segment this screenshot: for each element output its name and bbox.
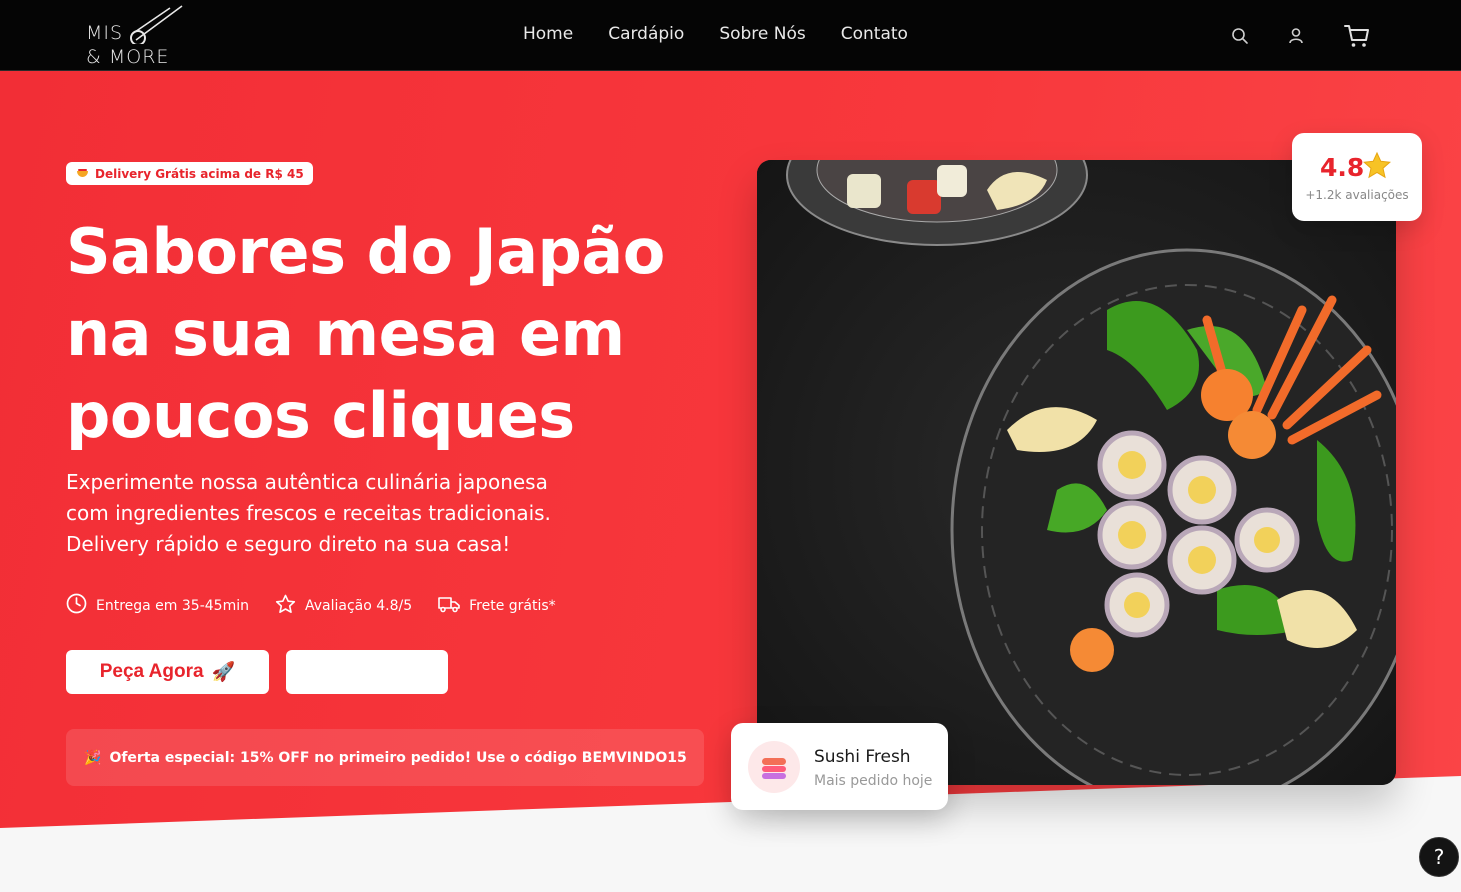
star-icon bbox=[275, 594, 296, 618]
feature-label: Avaliação 4.8/5 bbox=[304, 597, 413, 614]
free-delivery-badge: Delivery Grátis acima de R$ 45 bbox=[66, 162, 313, 185]
rating-value: 4.8 bbox=[1320, 153, 1365, 182]
search-icon[interactable] bbox=[1231, 27, 1249, 49]
rating-card: 4.8 +1.2k avaliações bbox=[1292, 133, 1422, 221]
rocket-icon: 🚀 bbox=[211, 662, 236, 683]
main-nav: Home Cardápio Sobre Nós Contato bbox=[523, 24, 943, 44]
hero-subtitle: Experimente nossa autêntica culinária ja… bbox=[66, 470, 551, 556]
nav-link-sobre[interactable]: Sobre Nós bbox=[719, 24, 805, 44]
clock-icon bbox=[66, 593, 87, 618]
navbar: MIS & MORE Home Cardápio Sobre Nós Conta… bbox=[0, 0, 1461, 71]
hero-title: Sabores do Japão na sua mesa em poucos c… bbox=[66, 215, 665, 452]
bowl-icon bbox=[76, 166, 89, 181]
featured-item-subtitle: Mais pedido hoje bbox=[814, 773, 933, 789]
feature-rating: Avaliação 4.8/5 bbox=[275, 594, 412, 618]
feature-delivery-time: Entrega em 35-45min bbox=[66, 593, 249, 618]
brand-line-2: & MORE bbox=[86, 46, 170, 68]
free-delivery-text: Delivery Grátis acima de R$ 45 bbox=[95, 166, 304, 181]
cart-icon[interactable] bbox=[1343, 22, 1371, 54]
brand-line-1: MIS bbox=[86, 22, 124, 44]
feature-free-shipping: Frete grátis* bbox=[438, 595, 556, 617]
sushi-avatar bbox=[748, 741, 800, 793]
sushi-icon bbox=[762, 758, 786, 779]
feature-label: Entrega em 35-45min bbox=[96, 597, 249, 614]
special-offer-text: Oferta especial: 15% OFF no primeiro ped… bbox=[109, 749, 687, 766]
nav-link-cardapio[interactable]: Cardápio bbox=[608, 24, 684, 44]
feature-list: Entrega em 35-45min Avaliação 4.8/5 Fret… bbox=[66, 593, 582, 618]
featured-item-card[interactable]: Sushi Fresh Mais pedido hoje bbox=[731, 723, 948, 810]
help-button[interactable]: ? bbox=[1419, 837, 1459, 877]
nav-link-home[interactable]: Home bbox=[523, 24, 573, 44]
feature-label: Frete grátis* bbox=[469, 597, 556, 614]
hero-section: Delivery Grátis acima de R$ 45 Sabores d… bbox=[0, 71, 1461, 892]
user-icon[interactable] bbox=[1288, 27, 1304, 49]
hero-food-image bbox=[757, 160, 1396, 785]
brand-logo[interactable]: MIS & MORE bbox=[86, 4, 196, 68]
party-icon: 🎉 bbox=[84, 749, 102, 766]
rating-count: +1.2k avaliações bbox=[1305, 188, 1409, 202]
truck-icon bbox=[438, 595, 460, 617]
order-now-button[interactable]: Peça Agora 🚀 bbox=[66, 650, 269, 694]
star-icon bbox=[1362, 151, 1392, 185]
nav-link-contato[interactable]: Contato bbox=[841, 24, 908, 44]
featured-item-title: Sushi Fresh bbox=[814, 747, 911, 767]
vegetable-plate-illustration bbox=[757, 160, 1396, 785]
chopsticks-logo-icon bbox=[130, 5, 183, 44]
secondary-button[interactable] bbox=[286, 650, 448, 694]
order-now-label: Peça Agora bbox=[99, 661, 204, 682]
special-offer-banner: 🎉 Oferta especial: 15% OFF no primeiro p… bbox=[66, 729, 704, 786]
